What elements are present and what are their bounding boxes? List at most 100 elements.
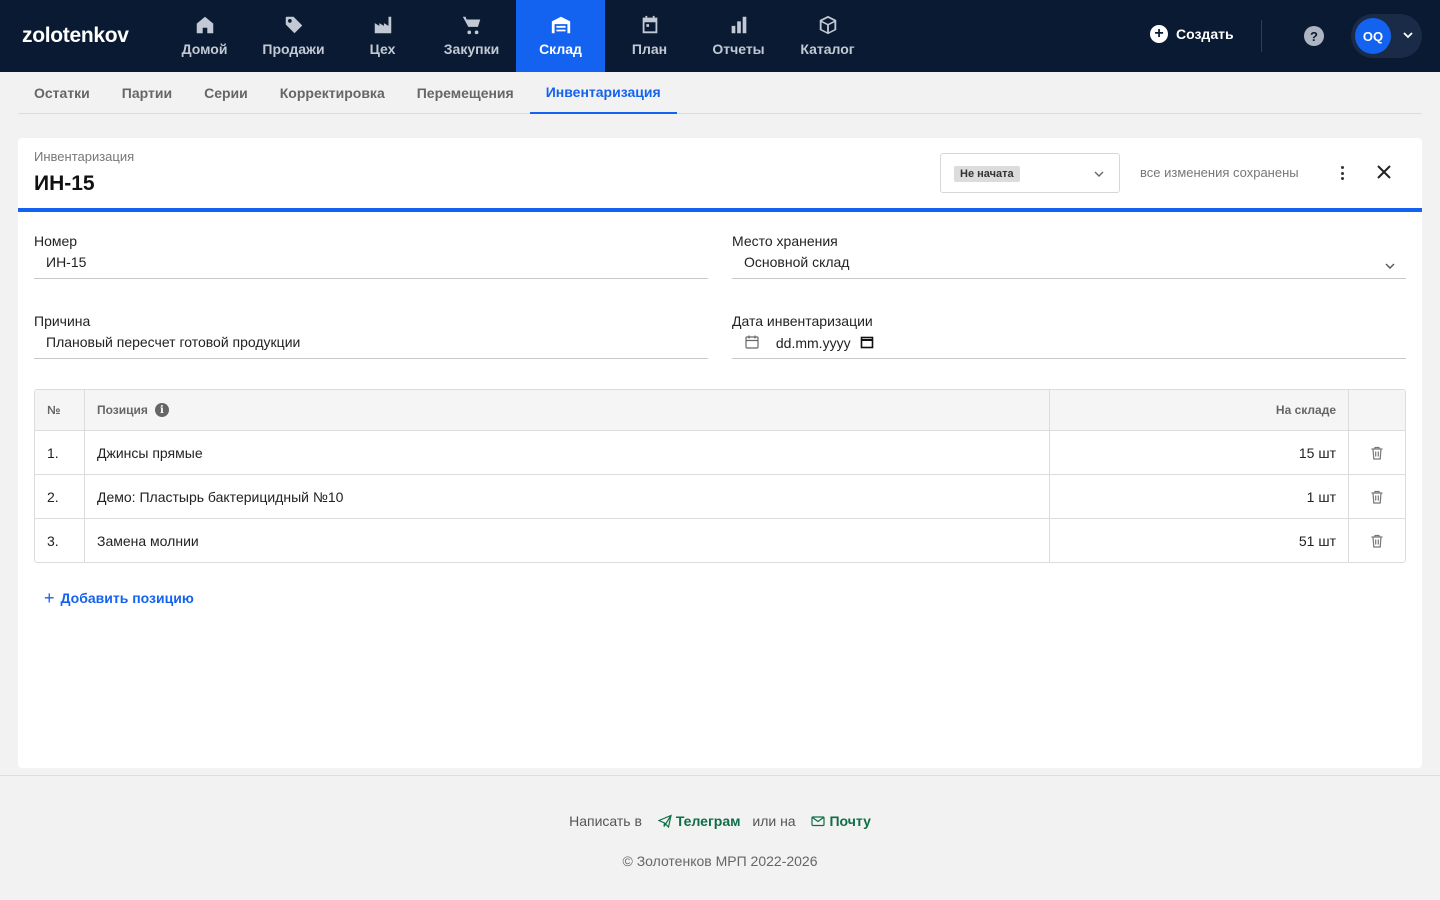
date-picker-icon[interactable] (860, 335, 874, 349)
reason-label: Причина (34, 313, 91, 329)
plus-icon: + (44, 588, 55, 608)
document-type: Инвентаризация (34, 149, 135, 164)
col-position-label: Позиция (97, 403, 148, 417)
more-options-icon[interactable] (1334, 163, 1350, 183)
main-nav: Домой Продажи Цех Закупки Склад План Отч… (160, 0, 872, 72)
save-status: все изменения сохранены (1140, 165, 1299, 180)
telegram-icon (657, 814, 672, 829)
calendar-icon (642, 15, 657, 33)
nav-item-workshop[interactable]: Цех (338, 0, 427, 72)
nav-label: Цех (369, 40, 396, 57)
table-row[interactable]: 2. Демо: Пластырь бактерицидный №10 1 шт (35, 474, 1405, 518)
brand-logo[interactable]: zolotenkov (22, 24, 129, 48)
delete-row-button[interactable] (1349, 431, 1405, 474)
reason-field: Причина Плановый пересчет готовой продук… (34, 313, 708, 359)
nav-label: Домой (181, 40, 228, 57)
row-number: 3. (35, 519, 85, 562)
home-icon (196, 16, 213, 33)
write-text: Написать в (569, 813, 642, 829)
bar-chart-icon (731, 16, 746, 33)
factory-icon (374, 16, 391, 33)
row-stock: 15 шт (1050, 431, 1349, 474)
number-field: Номер ИН-15 (34, 233, 708, 279)
nav-item-plan[interactable]: План (605, 0, 694, 72)
help-icon[interactable]: ? (1304, 26, 1324, 46)
row-stock: 51 шт (1050, 519, 1349, 562)
warehouse-icon (551, 16, 570, 33)
date-input[interactable]: dd.mm.yyyy (732, 331, 1406, 359)
date-value: dd.mm.yyyy (775, 335, 851, 352)
nav-item-warehouse[interactable]: Склад (516, 0, 605, 72)
status-select[interactable]: Не начата (940, 153, 1120, 193)
footer-contact: Написать в Телеграм или на Почту (0, 813, 1440, 829)
row-stock: 1 шт (1050, 475, 1349, 518)
date-field: Дата инвентаризации dd.mm.yyyy (732, 313, 1406, 359)
nav-label: Отчеты (712, 40, 765, 57)
nav-item-home[interactable]: Домой (160, 0, 249, 72)
mail-link[interactable]: Почту (829, 813, 870, 829)
row-position[interactable]: Джинсы прямые (85, 431, 1050, 474)
copyright: © Золотенков МРП 2022-2026 (622, 853, 818, 869)
nav-item-sales[interactable]: Продажи (249, 0, 338, 72)
or-text: или на (752, 813, 796, 829)
plus-circle-icon: + (1150, 25, 1168, 43)
storage-field: Место хранения Основной склад (732, 233, 1406, 279)
tab-batches[interactable]: Партии (106, 72, 188, 113)
col-actions-header (1349, 390, 1405, 430)
trash-icon (1371, 490, 1383, 504)
nav-item-catalog[interactable]: Каталог (783, 0, 872, 72)
number-input[interactable]: ИН-15 (34, 251, 708, 279)
cart-icon (462, 16, 480, 34)
user-menu[interactable]: OQ (1351, 14, 1422, 58)
create-label: Создать (1176, 26, 1234, 42)
row-number: 2. (35, 475, 85, 518)
avatar: OQ (1355, 18, 1391, 54)
warehouse-subnav: Остатки Партии Серии Корректировка Перем… (18, 72, 1422, 114)
row-position[interactable]: Замена молнии (85, 519, 1050, 562)
trash-icon (1371, 446, 1383, 460)
col-number-header: № (35, 390, 85, 430)
storage-label: Место хранения (732, 233, 838, 249)
table-header: № Позиция i На складе (35, 390, 1405, 430)
nav-item-purchases[interactable]: Закупки (427, 0, 516, 72)
inventory-table: № Позиция i На складе 1. Джинсы прямые 1… (34, 389, 1406, 563)
trash-icon (1371, 534, 1383, 548)
row-number: 1. (35, 431, 85, 474)
tag-icon (285, 16, 302, 33)
calendar-icon (745, 335, 759, 349)
delete-row-button[interactable] (1349, 475, 1405, 518)
tab-series[interactable]: Серии (188, 72, 264, 113)
header-divider (1261, 20, 1262, 52)
card-header: Инвентаризация ИН-15 Не начата все измен… (18, 138, 1422, 208)
number-label: Номер (34, 233, 78, 249)
delete-row-button[interactable] (1349, 519, 1405, 562)
nav-label: План (631, 40, 668, 57)
nav-label: Склад (539, 40, 582, 57)
tab-inventory[interactable]: Инвентаризация (529, 72, 677, 114)
inventory-card: Инвентаризация ИН-15 Не начата все измен… (18, 138, 1422, 768)
chevron-down-icon (1094, 171, 1104, 177)
col-stock-header: На складе (1050, 390, 1349, 430)
date-label: Дата инвентаризации (732, 313, 873, 329)
col-position-header: Позиция i (85, 390, 1050, 430)
nav-label: Каталог (800, 40, 855, 57)
chevron-down-icon (1403, 32, 1413, 39)
info-icon[interactable]: i (154, 403, 169, 417)
telegram-link[interactable]: Телеграм (676, 813, 741, 829)
reason-input[interactable]: Плановый пересчет готовой продукции (34, 331, 708, 359)
row-position[interactable]: Демо: Пластырь бактерицидный №10 (85, 475, 1050, 518)
nav-item-reports[interactable]: Отчеты (694, 0, 783, 72)
tab-adjustment[interactable]: Корректировка (264, 72, 401, 113)
tab-stock[interactable]: Остатки (18, 72, 106, 113)
top-navbar: zolotenkov Домой Продажи Цех Закупки Скл… (0, 0, 1440, 72)
add-position-button[interactable]: + Добавить позицию (44, 589, 194, 607)
close-icon[interactable] (1376, 164, 1392, 180)
footer-divider (0, 775, 1440, 776)
storage-select[interactable]: Основной склад (732, 251, 1406, 279)
box-icon (819, 15, 836, 34)
tab-transfers[interactable]: Перемещения (401, 72, 530, 113)
create-button[interactable]: + Создать (1150, 25, 1234, 43)
table-row[interactable]: 3. Замена молнии 51 шт (35, 518, 1405, 562)
chevron-down-icon (1385, 263, 1395, 269)
table-row[interactable]: 1. Джинсы прямые 15 шт (35, 430, 1405, 474)
